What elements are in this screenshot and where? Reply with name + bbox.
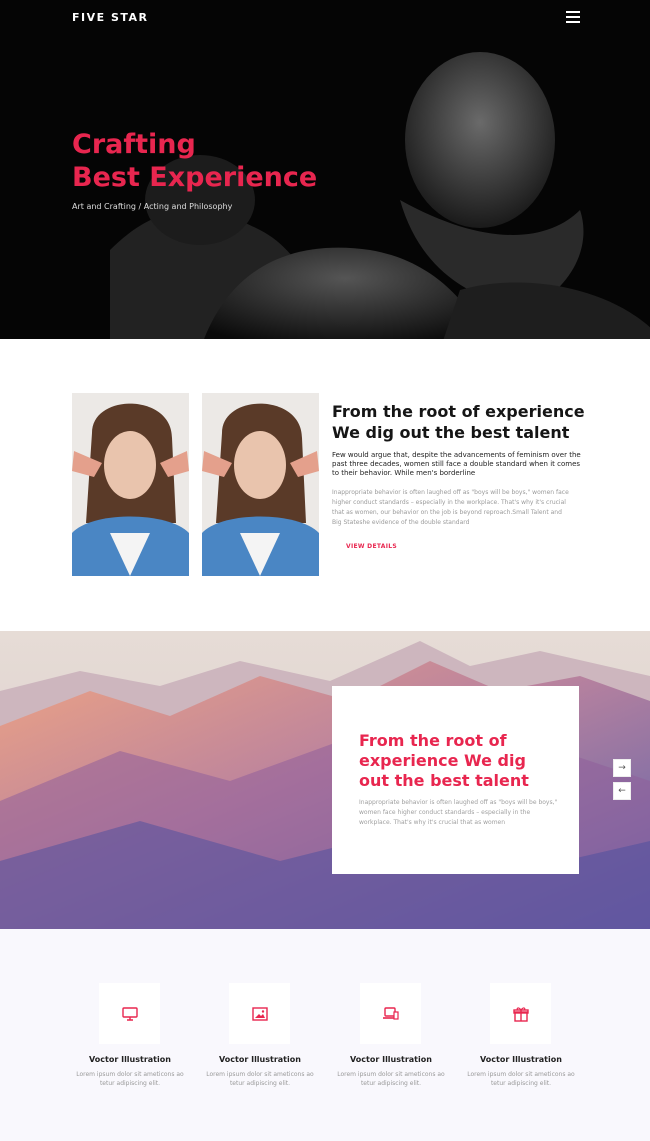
prev-arrow-icon[interactable]: ← (613, 782, 631, 800)
next-arrow-icon[interactable]: → (613, 759, 631, 777)
about-title-line2: We dig out the best talent (332, 423, 570, 442)
hero-title-line1: Crafting (72, 129, 196, 160)
woman-portrait-image (72, 393, 189, 576)
feature-text: Lorem ipsum dolor sit ameticons ao tetur … (456, 1070, 586, 1088)
monitor-icon (121, 1006, 138, 1021)
slider-card-title: From the root of experience We dig out t… (359, 731, 529, 790)
feature-text-line2: tetur adipiscing elit. (490, 1080, 552, 1087)
feature-text: Lorem ipsum dolor sit ameticons ao tetur … (326, 1070, 456, 1088)
feature-title: Voctor Illustration (350, 1055, 432, 1064)
brand-logo[interactable]: FIVE STAR (72, 11, 149, 24)
feature-title: Voctor Illustration (480, 1055, 562, 1064)
gift-icon (512, 1006, 529, 1022)
feature-text-line1: Lorem ipsum dolor sit ameticons ao (337, 1071, 445, 1078)
devices-icon (383, 1006, 399, 1020)
feature-text-line2: tetur adipiscing elit. (99, 1080, 161, 1087)
about-title-line1: From the root of experience (332, 402, 585, 421)
hero-subtitle: Art and Crafting / Acting and Philosophy (72, 202, 233, 211)
picture-icon (251, 1006, 268, 1021)
feature-card-3[interactable] (360, 983, 421, 1044)
hero-title: Crafting Best Experience (72, 128, 372, 194)
view-details-link[interactable]: VIEW DETAILS (346, 543, 397, 550)
features-section (0, 929, 650, 1141)
feature-text-line1: Lorem ipsum dolor sit ameticons ao (206, 1071, 314, 1078)
talent-photo-2 (202, 393, 319, 576)
feature-title: Voctor Illustration (219, 1055, 301, 1064)
feature-card-1[interactable] (99, 983, 160, 1044)
feature-card-4[interactable] (490, 983, 551, 1044)
hero-title-line2: Best Experience (72, 162, 318, 193)
hamburger-menu-icon[interactable] (566, 11, 580, 23)
about-lead-text: Few would argue that, despite the advanc… (332, 451, 581, 477)
feature-text: Lorem ipsum dolor sit ameticons ao tetur … (65, 1070, 195, 1088)
feature-text-line1: Lorem ipsum dolor sit ameticons ao (76, 1071, 184, 1078)
talent-photo-1 (72, 393, 189, 576)
feature-text-line2: tetur adipiscing elit. (229, 1080, 291, 1087)
about-title: From the root of experience We dig out t… (332, 401, 592, 443)
slider-card: From the root of experience We dig out t… (332, 686, 579, 874)
hero-section: FIVE STAR Crafting Best Experience Art a… (0, 0, 650, 339)
about-body-text: Inappropriate behavior is often laughed … (332, 489, 569, 526)
feature-text-line1: Lorem ipsum dolor sit ameticons ao (467, 1071, 575, 1078)
slider-card-text: Inappropriate behavior is often laughed … (359, 799, 558, 826)
feature-text: Lorem ipsum dolor sit ameticons ao tetur … (195, 1070, 325, 1088)
feature-title: Voctor Illustration (89, 1055, 171, 1064)
feature-card-2[interactable] (229, 983, 290, 1044)
feature-text-line2: tetur adipiscing elit. (360, 1080, 422, 1087)
woman-portrait-image (202, 393, 319, 576)
